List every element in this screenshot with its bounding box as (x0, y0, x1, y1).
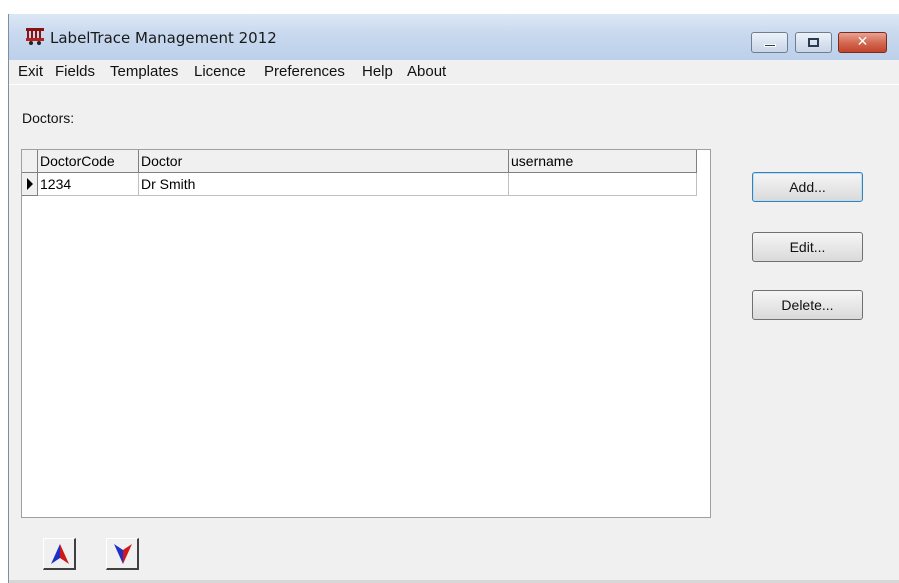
minimize-button[interactable] (751, 32, 788, 53)
cell-username[interactable] (509, 173, 697, 196)
add-button[interactable]: Add... (752, 172, 863, 202)
row-pointer-icon (27, 178, 33, 190)
column-header-doctorcode[interactable]: DoctorCode (38, 150, 139, 173)
application-window: LabelTrace Management 2012 ✕ Exit Fields… (8, 14, 899, 583)
doctors-grid[interactable]: DoctorCode Doctor username 1234 Dr Smith (21, 149, 711, 518)
menu-help[interactable]: Help (362, 63, 393, 80)
edit-button[interactable]: Edit... (752, 232, 863, 262)
cell-doctorcode[interactable]: 1234 (38, 173, 139, 196)
move-down-button[interactable] (106, 538, 139, 570)
arrow-up-icon (51, 544, 69, 564)
menu-licence[interactable]: Licence (194, 63, 246, 80)
menu-preferences[interactable]: Preferences (264, 63, 345, 80)
close-button[interactable]: ✕ (838, 32, 887, 53)
menu-bar: Exit Fields Templates Licence Preference… (9, 60, 899, 84)
row-indicator[interactable] (22, 173, 38, 196)
menu-templates[interactable]: Templates (110, 63, 178, 80)
menu-fields[interactable]: Fields (55, 63, 95, 80)
maximize-button[interactable] (795, 32, 832, 53)
menu-about[interactable]: About (407, 63, 446, 80)
move-up-button[interactable] (43, 538, 76, 570)
close-icon: ✕ (856, 34, 869, 50)
menu-separator (9, 84, 899, 85)
column-header-username[interactable]: username (509, 150, 697, 173)
minimize-icon (764, 44, 776, 47)
column-header-doctor[interactable]: Doctor (139, 150, 509, 173)
arrow-down-icon (114, 544, 132, 564)
doctors-label: Doctors: (22, 110, 75, 126)
window-title: LabelTrace Management 2012 (50, 29, 277, 47)
menu-exit[interactable]: Exit (18, 63, 43, 80)
cell-doctor[interactable]: Dr Smith (139, 173, 509, 196)
maximize-icon (808, 38, 819, 47)
delete-button[interactable]: Delete... (752, 290, 863, 320)
title-bar[interactable]: LabelTrace Management 2012 ✕ (9, 14, 899, 60)
labeltrace-app-icon (26, 28, 44, 45)
grid-corner-header (22, 150, 38, 173)
